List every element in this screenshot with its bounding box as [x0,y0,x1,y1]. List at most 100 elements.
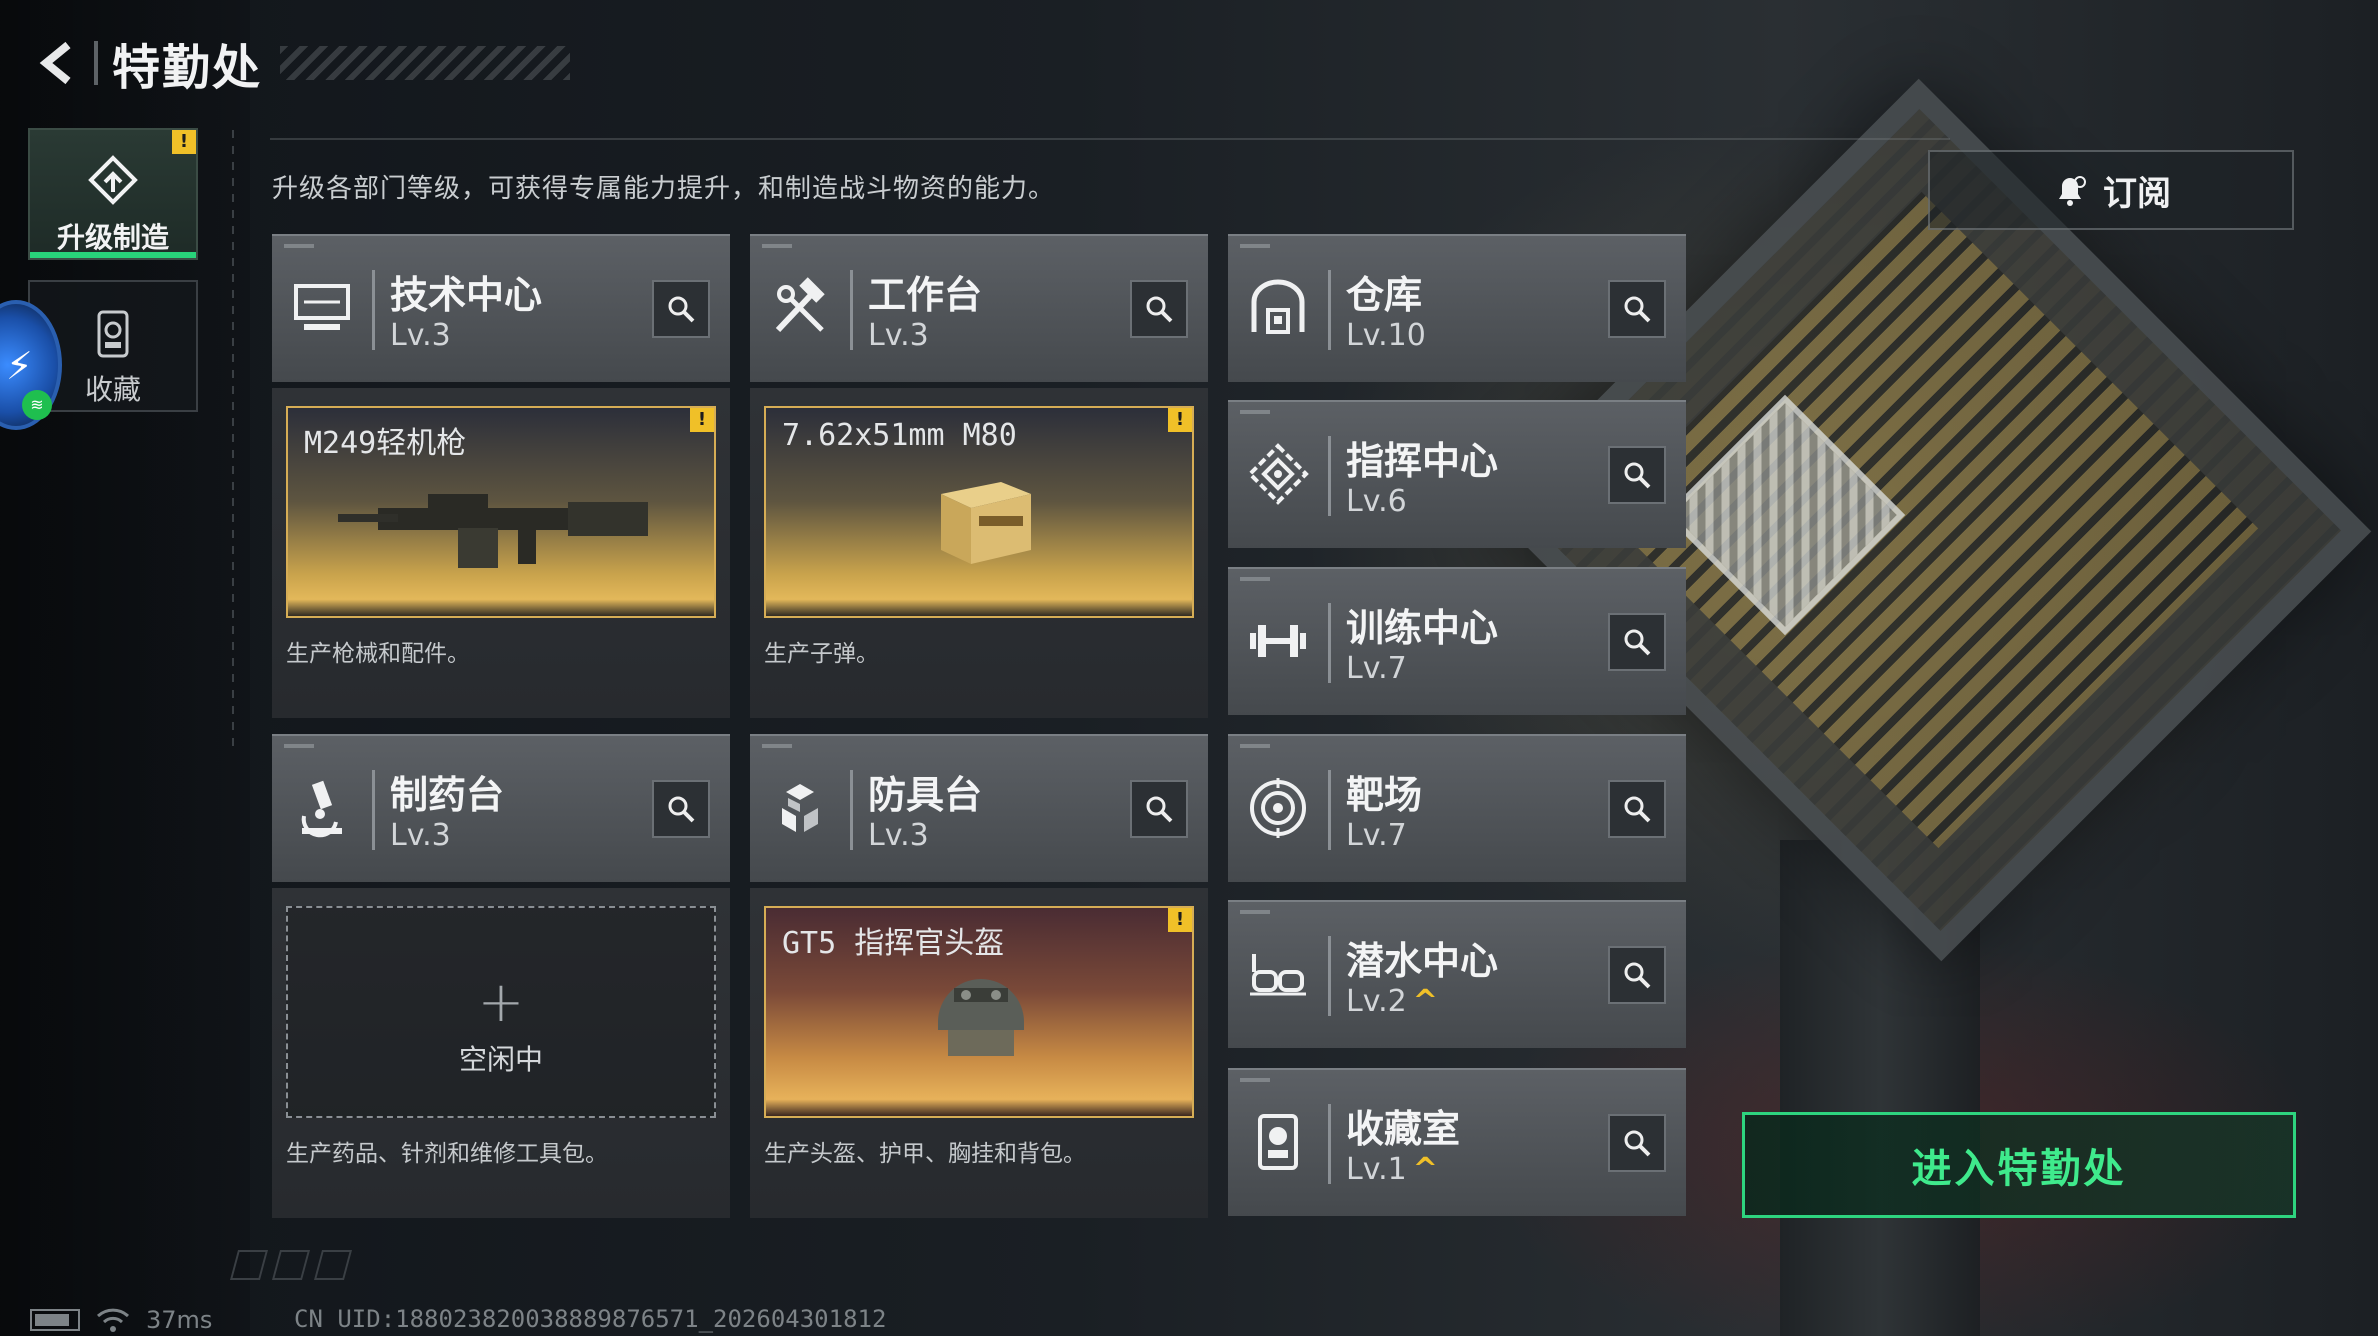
upgrade-arrow-icon: ^ [1412,1152,1438,1187]
dept-level-value: Lv.7 [1346,818,1407,853]
production-slot-helmet[interactable]: GT5 指挥官头盔 ! [764,906,1194,1118]
dept-search-button[interactable] [652,280,710,338]
dept-level-value: Lv.3 [868,818,929,853]
dept-search-button[interactable] [1130,280,1188,338]
production-slot-ammo[interactable]: 7.62x51mm M80 ! [764,406,1194,618]
dept-name: 潜水中心 [1346,939,1499,983]
enter-special-ops-button[interactable]: 进入特勤处 [1742,1112,2296,1218]
header-divider [94,41,98,85]
production-slot-idle[interactable]: + 空闲中 [286,906,716,1118]
collection-room-icon [1258,1114,1298,1170]
title-stripe [280,46,571,80]
dept-level-value: Lv.6 [1346,484,1407,519]
dept-level: Lv.10 [1346,318,1426,353]
card-mark [1240,577,1270,581]
dept-command-center[interactable]: 指挥中心 Lv.6 [1228,400,1686,548]
target-icon [1250,778,1306,838]
dept-armor-bench[interactable]: 防具台 Lv.3 [750,734,1208,882]
ammo-box-icon [941,482,1031,564]
dept-name: 收藏室 [1346,1107,1461,1151]
production-panel-workbench: 7.62x51mm M80 ! 生产子弹。 [750,388,1208,718]
card-separator [850,770,853,850]
back-button[interactable] [28,28,88,98]
collection-icon [97,310,129,358]
dept-level-value: Lv.3 [868,318,929,353]
dept-level-value: Lv.7 [1346,651,1407,686]
card-separator [372,770,375,850]
idle-label: 空闲中 [458,1043,543,1076]
dept-warehouse[interactable]: 仓库 Lv.10 [1228,234,1686,382]
deco-square [229,1250,269,1280]
dept-level: Lv.6 [1346,484,1407,519]
subscribe-label: 订阅 [2103,173,2171,214]
subscribe-button[interactable]: 订阅 [1928,150,2294,230]
dept-search-button[interactable] [1608,946,1666,1004]
dept-search-button[interactable] [1608,446,1666,504]
computer-icon [294,284,350,330]
search-icon [1624,462,1651,489]
card-separator [372,270,375,350]
dept-tech-center[interactable]: 技术中心 Lv.3 [272,234,730,382]
dept-name: 仓库 [1346,273,1423,317]
dept-level: Lv.3 [390,318,451,353]
battery-icon [30,1309,80,1331]
production-panel-armor: GT5 指挥官头盔 ! 生产头盔、护甲、胸挂和背包。 [750,888,1208,1218]
dept-training-center[interactable]: 训练中心 Lv.7 [1228,567,1686,715]
machine-gun-icon [338,494,648,568]
card-mark [762,744,792,748]
dept-level: Lv.3 [868,318,929,353]
dept-level: Lv.3 [390,818,451,853]
command-icon [1247,443,1309,505]
dept-pharmacy[interactable]: 制药台 Lv.3 [272,734,730,882]
dept-name: 指挥中心 [1346,439,1499,483]
dept-name: 训练中心 [1346,606,1499,650]
production-panel-pharmacy: + 空闲中 生产药品、针剂和维修工具包。 [272,888,730,1218]
dept-search-button[interactable] [1608,1114,1666,1172]
slot-item-name: 7.62x51mm M80 [782,418,1017,453]
dept-search-button[interactable] [1130,780,1188,838]
card-mark [1240,1078,1270,1082]
dept-collection-room[interactable]: 收藏室 Lv.1 ^ [1228,1068,1686,1216]
card-mark [1240,410,1270,414]
header: 特勤处 [28,28,571,98]
helmet-icon [938,979,1024,1056]
card-separator [1328,436,1331,516]
dept-name: 防具台 [868,773,983,817]
dept-search-button[interactable] [652,780,710,838]
warehouse-icon [1251,279,1305,334]
armor-icon [782,784,818,832]
bell-icon [2059,176,2086,206]
dept-name: 工作台 [868,273,983,317]
dept-shooting-range[interactable]: 靶场 Lv.7 [1228,734,1686,882]
card-separator [1328,603,1331,683]
dumbbell-icon [1250,625,1306,657]
search-icon [1624,796,1651,823]
search-icon [1624,1130,1651,1157]
ping-value: 37ms [146,1306,213,1334]
search-icon [668,296,695,323]
production-slot-m249[interactable]: M249轻机枪 ! [286,406,716,618]
dept-search-button[interactable] [1608,613,1666,671]
card-mark [284,744,314,748]
divider-horizontal [270,138,1950,140]
panel-description: 生产药品、针剂和维修工具包。 [286,1141,608,1167]
dept-level-value: Lv.2 [1346,984,1407,1019]
panel-description: 生产头盔、护甲、胸挂和背包。 [764,1141,1086,1167]
tab-upgrade-craft[interactable]: 升级制造 ! [28,128,198,260]
intro-text: 升级各部门等级，可获得专属能力提升，和制造战斗物资的能力。 [272,174,1056,204]
dept-level-value: Lv.3 [390,318,451,353]
dept-level-value: Lv.1 [1346,1152,1407,1187]
microscope-icon [301,780,342,838]
decorative-squares [229,1250,353,1280]
slot-alert-badge: ! [1168,408,1192,432]
search-icon [1146,796,1173,823]
card-separator [850,270,853,350]
card-mark [1240,910,1270,914]
search-icon [668,796,695,823]
search-icon [1624,962,1651,989]
deco-square [271,1250,311,1280]
dept-search-button[interactable] [1608,780,1666,838]
dept-search-button[interactable] [1608,280,1666,338]
dept-workbench[interactable]: 工作台 Lv.3 [750,234,1208,382]
dept-diving-center[interactable]: 潜水中心 Lv.2 ^ [1228,900,1686,1048]
